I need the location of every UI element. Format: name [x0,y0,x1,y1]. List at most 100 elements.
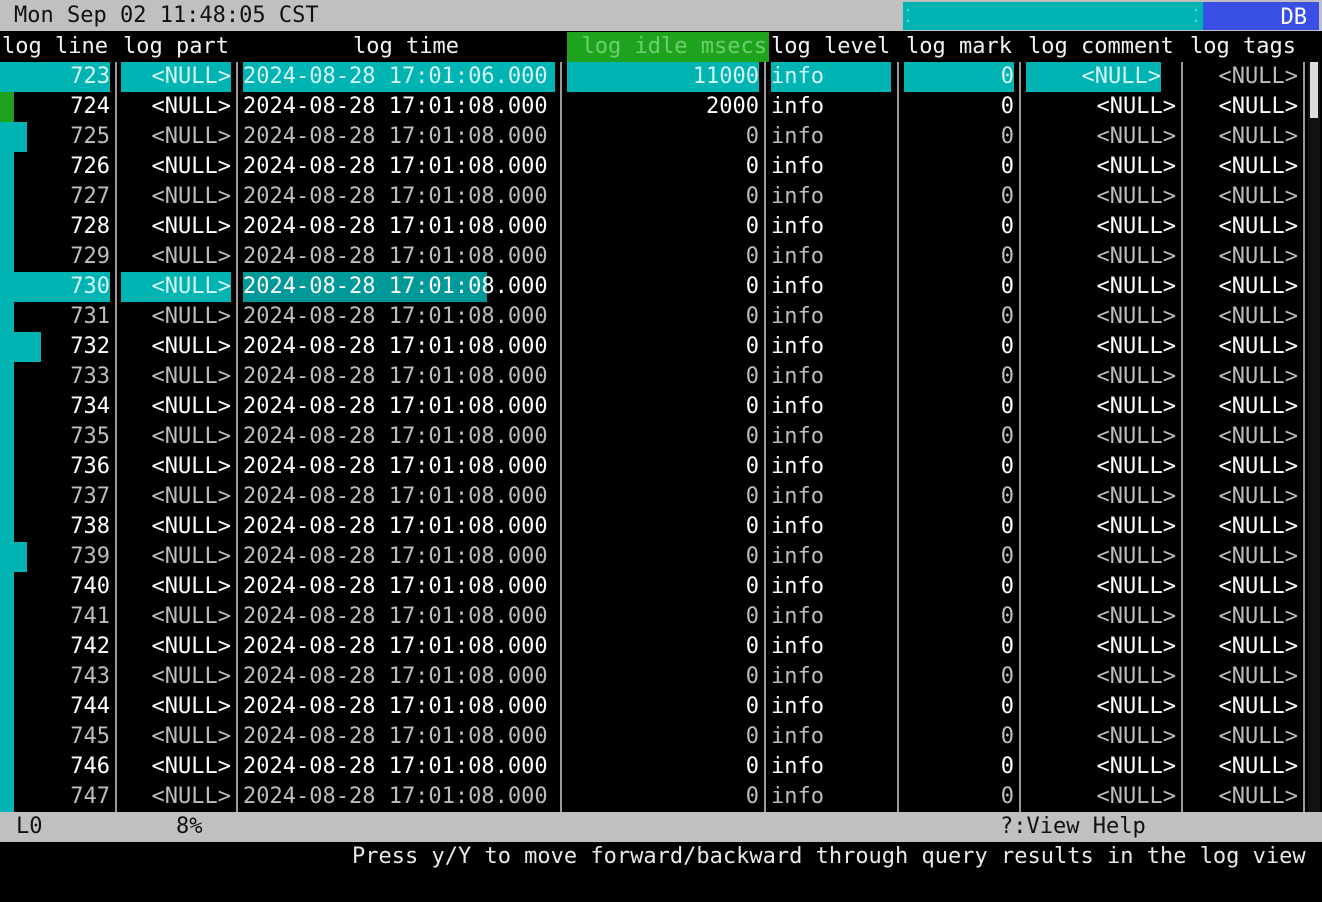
percent-indicator: 8% [176,814,203,839]
cell-log-tags: <NULL> [1218,784,1298,809]
table-row[interactable]: 741 <NULL> 2024-08-28 17:01:08.000 0 info 0 <N… [0,602,1322,632]
cell-log-mark: 0 [1000,574,1014,599]
cell-log-line: 744 [70,694,110,719]
bottom-status-bar: L0 8% ?:View Help [0,812,1322,842]
table-row[interactable]: 731 <NULL> 2024-08-28 17:01:08.000 0 info 0 <N… [0,302,1322,332]
cell-log-time: 2024-08-28 17:01:08.000 [243,94,548,119]
table-row[interactable]: 734 <NULL> 2024-08-28 17:01:08.000 0 info 0 <N… [0,392,1322,422]
cell-log-part: <NULL> [151,604,231,629]
cell-log-comment: <NULL> [1096,154,1176,179]
cell-log-idle-msecs: 0 [745,364,759,389]
table-row[interactable]: 736 <NULL> 2024-08-28 17:01:08.000 0 info 0 <N… [0,452,1322,482]
cell-log-part: <NULL> [151,574,231,599]
cell-log-level: info [771,154,824,179]
cell-log-tags: <NULL> [1218,544,1298,569]
cell-log-tags: <NULL> [1218,184,1298,209]
vertical-scrollbar[interactable] [1308,62,1320,812]
cell-log-mark: 0 [1000,274,1014,299]
cell-log-level: info [771,274,824,299]
cell-log-mark: 0 [1000,454,1014,479]
cell-log-mark: 0 [1000,484,1014,509]
table-row[interactable]: 739 <NULL> 2024-08-28 17:01:08.000 0 info 0 <N… [0,542,1322,572]
table-row[interactable]: 732 <NULL> 2024-08-28 17:01:08.000 0 info 0 <N… [0,332,1322,362]
segment-separator-icon: ⁚ [1193,6,1199,27]
cell-log-tags: <NULL> [1218,724,1298,749]
column-divider [1019,62,1021,812]
column-header-log-level[interactable]: log level [771,32,890,62]
table-row[interactable]: 740 <NULL> 2024-08-28 17:01:08.000 0 info 0 <N… [0,572,1322,602]
table-row[interactable]: 745 <NULL> 2024-08-28 17:01:08.000 0 info 0 <N… [0,722,1322,752]
table-row[interactable]: 723 <NULL> 2024-08-28 17:01:06.000 11000 inf… [0,62,1322,92]
table-row[interactable]: 744 <NULL> 2024-08-28 17:01:08.000 0 info 0 <N… [0,692,1322,722]
cell-log-line: 740 [70,574,110,599]
cell-log-line: 747 [70,784,110,809]
cell-log-line: 730 [0,272,110,302]
column-header-log-part[interactable]: log part [123,32,229,62]
cell-log-mark: 0 [1000,664,1014,689]
cell-log-part: <NULL> [151,724,231,749]
cell-log-idle-msecs: 0 [745,544,759,569]
table-row[interactable]: 735 <NULL> 2024-08-28 17:01:08.000 0 info 0 <N… [0,422,1322,452]
cell-log-line: 746 [70,754,110,779]
cell-log-level: info [771,364,824,389]
cell-log-idle-msecs: 0 [745,304,759,329]
column-divider [897,62,899,812]
table-row[interactable]: 728 <NULL> 2024-08-28 17:01:08.000 0 info 0 <N… [0,212,1322,242]
cell-log-part: <NULL> [151,484,231,509]
cell-log-tags: <NULL> [1218,94,1298,119]
cell-log-comment: <NULL> [1096,184,1176,209]
table-row[interactable]: 724 <NULL> 2024-08-28 17:01:08.000 2000 info… [0,92,1322,122]
cell-log-idle-msecs: 0 [745,334,759,359]
table-row[interactable]: 737 <NULL> 2024-08-28 17:01:08.000 0 info 0 <N… [0,482,1322,512]
help-hint[interactable]: ?:View Help [1000,812,1146,842]
cell-log-line: 727 [70,184,110,209]
table-row[interactable]: 729 <NULL> 2024-08-28 17:01:08.000 0 info 0 <N… [0,242,1322,272]
scrollbar-thumb[interactable] [1310,62,1318,118]
cell-log-line: 745 [70,724,110,749]
cell-log-mark: 0 [1000,214,1014,239]
db-tab[interactable]: DB [1203,2,1319,30]
table-row[interactable]: 746 <NULL> 2024-08-28 17:01:08.000 0 info 0 <N… [0,752,1322,782]
column-header-log-comment[interactable]: log comment [1028,32,1174,62]
table-row[interactable]: 747 <NULL> 2024-08-28 17:01:08.000 0 info 0 <N… [0,782,1322,812]
cell-log-part: <NULL> [151,634,231,659]
cell-log-idle-msecs: 0 [745,154,759,179]
cell-log-mark: 0 [1000,604,1014,629]
cell-log-mark: 0 [904,62,1014,92]
cell-log-level: info [771,304,824,329]
cell-log-tags: <NULL> [1218,244,1298,269]
cell-log-mark: 0 [1000,364,1014,389]
cell-log-line: 736 [70,454,110,479]
cell-log-line: 737 [70,484,110,509]
cell-log-tags: <NULL> [1218,484,1298,509]
column-header-log-mark[interactable]: log mark [906,32,1012,62]
column-header-log-idle-msecs[interactable]: log idle msecs [567,32,769,62]
cell-log-idle-msecs: 0 [745,784,759,809]
column-header-log-time[interactable]: log time [353,32,459,62]
top-cyan-segment [903,2,1203,30]
cell-log-comment: <NULL> [1096,334,1176,359]
cell-log-comment: <NULL> [1096,94,1176,119]
table-row[interactable]: 730<NULL>2024-08-28 17:01:08.0000info0<N… [0,272,1322,302]
table-row[interactable]: 726 <NULL> 2024-08-28 17:01:08.000 0 info 0 <N… [0,152,1322,182]
cell-log-time: 2024-08-28 17:01:08.000 [243,214,548,239]
cell-log-level: info [771,394,824,419]
cell-log-tags: <NULL> [1218,304,1298,329]
table-row[interactable]: 738 <NULL> 2024-08-28 17:01:08.000 0 info 0 <N… [0,512,1322,542]
cell-log-part: <NULL> [151,214,231,239]
table-row[interactable]: 727 <NULL> 2024-08-28 17:01:08.000 0 info 0 <N… [0,182,1322,212]
column-header-log-line[interactable]: log line [2,32,108,62]
table-row[interactable]: 743 <NULL> 2024-08-28 17:01:08.000 0 info 0 <N… [0,662,1322,692]
cell-log-idle-msecs: 2000 [706,94,759,119]
line-indicator: L0 [16,814,43,839]
cell-log-level: info [771,604,824,629]
column-header-log-tags[interactable]: log tags [1190,32,1296,62]
table-row[interactable]: 733 <NULL> 2024-08-28 17:01:08.000 0 info 0 <N… [0,362,1322,392]
cell-log-tags: <NULL> [1218,394,1298,419]
cell-log-level: info [771,214,824,239]
table-row[interactable]: 742 <NULL> 2024-08-28 17:01:08.000 0 info 0 <N… [0,632,1322,662]
cell-log-part: <NULL> [151,514,231,539]
table-row[interactable]: 725 <NULL> 2024-08-28 17:01:08.000 0 info 0 <N… [0,122,1322,152]
cell-log-idle-msecs: 11000 [567,62,759,92]
cell-log-idle-msecs: 0 [745,634,759,659]
